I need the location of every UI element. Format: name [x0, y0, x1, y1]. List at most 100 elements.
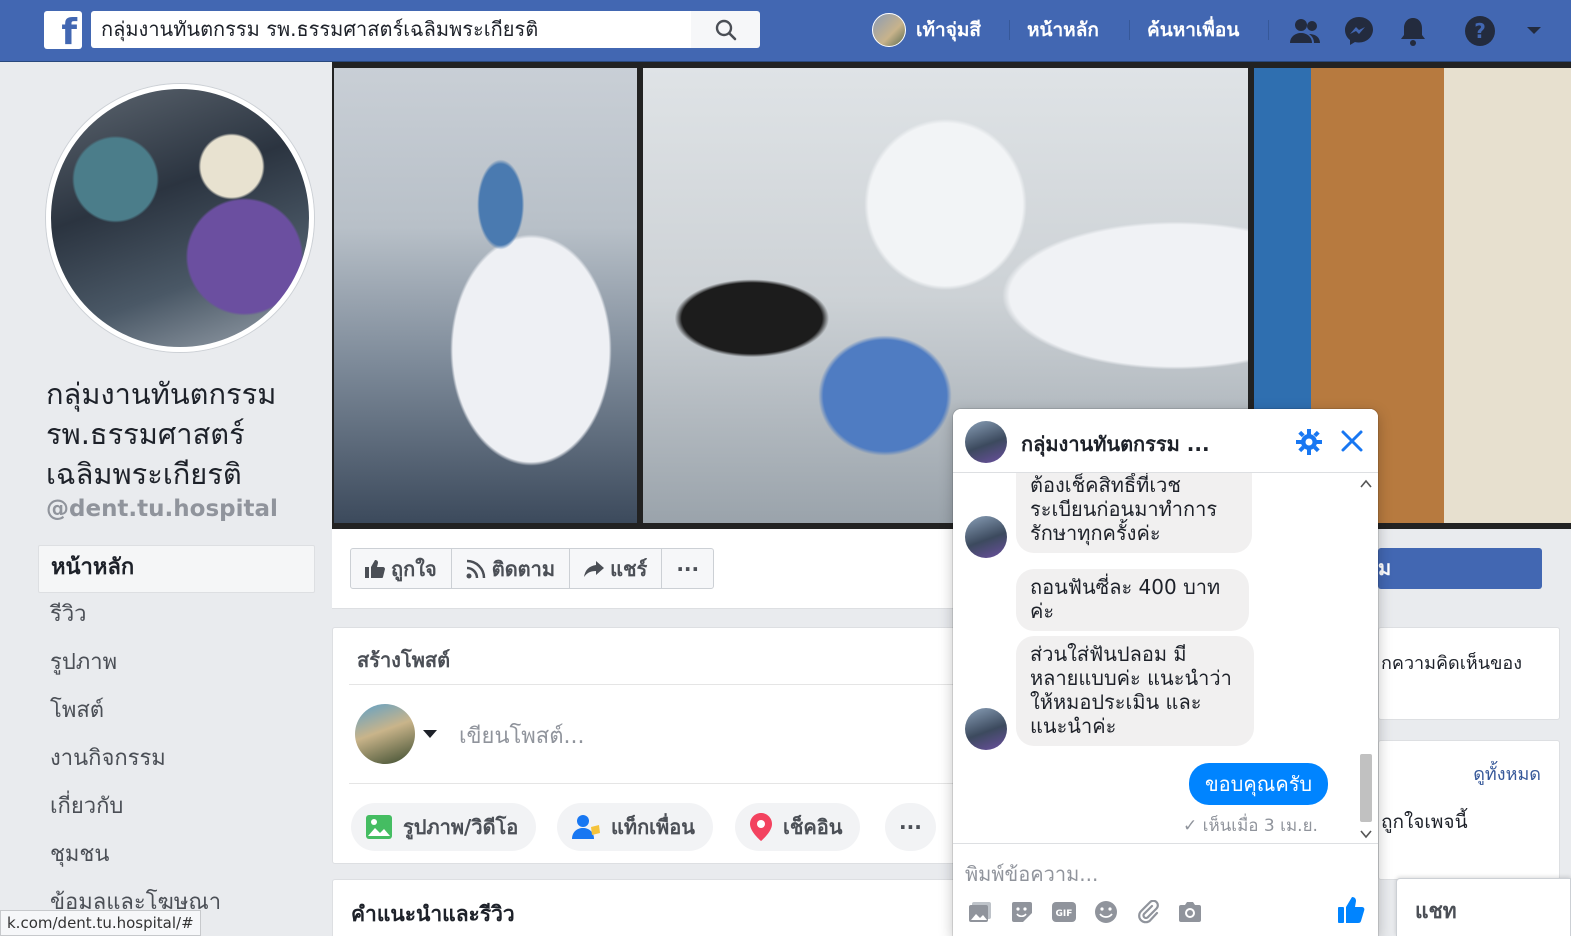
- messenger-chat-window: กลุ่มงานทันตกรรม ... ต้องเช็คสิทธิ์ที่เว…: [953, 409, 1378, 936]
- page-title-line: เฉลิมพระเกียรติ: [46, 457, 242, 491]
- message-line: ระเบียนก่อนมาทำการ: [1030, 497, 1218, 521]
- divider: [349, 684, 956, 685]
- more-options-button[interactable]: ···: [662, 549, 713, 588]
- more-label: ···: [899, 815, 922, 839]
- check-in-button[interactable]: เช็คอิน: [735, 803, 861, 851]
- page-title[interactable]: กลุ่มงานทันตกรรม รพ.ธรรมศาสตร์ เฉลิมพระเ…: [46, 374, 326, 494]
- message-input[interactable]: พิมพ์ข้อความ...: [965, 858, 1098, 890]
- sidebar-item-home[interactable]: หน้าหลัก: [38, 545, 315, 593]
- outgoing-message: ขอบคุณครับ: [1189, 763, 1329, 805]
- friends-icon[interactable]: [1287, 13, 1323, 49]
- incoming-message: ส่วนใส่ฟันปลอม มี หลายแบบค่ะ แนะนำว่า ให…: [1016, 636, 1254, 746]
- cover-photo[interactable]: [332, 62, 1571, 529]
- chat-message-list[interactable]: ต้องเช็คสิทธิ์ที่เวช ระเบียนก่อนมาทำการ …: [953, 473, 1378, 843]
- camera-icon[interactable]: [1177, 899, 1203, 925]
- share-arrow-icon: [584, 560, 605, 577]
- message-line: ต้องเช็คสิทธิ์ที่เวช: [1030, 473, 1181, 497]
- chat-label: แชท: [1415, 899, 1457, 923]
- page-likes-text: ถูกใจเพจนี้: [1381, 811, 1468, 833]
- recommendations-reviews-card: คำแนะนำและรีวิว: [332, 879, 957, 936]
- right-column-card: ดูทั้งหมด ถูกใจเพจนี้: [1378, 740, 1560, 880]
- chat-title[interactable]: กลุ่มงานทันตกรรม ...: [1021, 428, 1210, 460]
- follow-page-button[interactable]: ติดตาม: [452, 549, 571, 588]
- chat-tools: GIF: [967, 899, 1203, 925]
- nav-profile-link[interactable]: เท้าจุ่มสี: [872, 12, 981, 48]
- messenger-icon[interactable]: [1341, 13, 1377, 49]
- nav-home-link[interactable]: หน้าหลัก: [1027, 14, 1099, 46]
- search-button[interactable]: [691, 11, 760, 48]
- more-post-options-button[interactable]: ···: [885, 803, 936, 851]
- primary-page-button[interactable]: ม: [1378, 548, 1542, 589]
- page-action-buttons: ถูกใจ ติดตาม แชร์ ···: [350, 548, 715, 589]
- incoming-message: ถอนฟันซี่ละ 400 บาท ค่ะ: [1016, 569, 1249, 631]
- left-column: กลุ่มงานทันตกรรม รพ.ธรรมศาสตร์ เฉลิมพระเ…: [0, 62, 332, 936]
- dropdown-arrow-icon[interactable]: [1516, 13, 1552, 49]
- recommendations-title: คำแนะนำและรีวิว: [351, 902, 515, 926]
- like-thumb-icon[interactable]: [1337, 896, 1365, 928]
- gear-icon[interactable]: [1296, 429, 1322, 459]
- share-page-button[interactable]: แชร์: [570, 549, 663, 588]
- close-icon[interactable]: [1340, 429, 1364, 457]
- photo-icon: [366, 815, 392, 839]
- avatar: [965, 708, 1007, 750]
- sidebar-item-reviews[interactable]: รีวิว: [38, 593, 315, 641]
- incoming-message: ต้องเช็คสิทธิ์ที่เวช ระเบียนก่อนมาทำการ …: [1016, 473, 1252, 553]
- svg-text:GIF: GIF: [1056, 909, 1073, 919]
- right-column-card: กความคิดเห็นของ: [1378, 627, 1560, 720]
- message-line: ถอนฟันซี่ละ 400 บาท: [1030, 575, 1221, 599]
- page-side-nav: หน้าหลัก รีวิว รูปภาพ โพสต์ งานกิจกรรม เ…: [38, 545, 315, 929]
- share-label: แชร์: [610, 556, 648, 581]
- avatar: [965, 421, 1007, 463]
- seen-status: ✓ เห็นเมื่อ 3 เม.ย.: [1183, 812, 1318, 839]
- status-bar-url: k.com/dent.tu.hospital/#: [0, 910, 201, 936]
- page-handle[interactable]: @dent.tu.hospital: [46, 496, 278, 522]
- post-composer-input[interactable]: เขียนโพสต์...: [459, 718, 585, 753]
- create-post-card: สร้างโพสต์ เขียนโพสต์... รูปภาพ/วิดีโอ แ…: [332, 627, 957, 864]
- post-as-dropdown-icon[interactable]: [423, 730, 437, 738]
- cover-photo-panel: [334, 68, 637, 523]
- photo-video-button[interactable]: รูปภาพ/วิดีโอ: [351, 803, 537, 851]
- message-line: หลายแบบค่ะ แนะนำว่า: [1030, 666, 1232, 690]
- see-all-link[interactable]: ดูทั้งหมด: [1473, 759, 1541, 788]
- nav-find-friends-link[interactable]: ค้นหาเพื่อน: [1147, 14, 1239, 46]
- facebook-logo-icon[interactable]: f: [44, 11, 82, 53]
- sidebar-item-photos[interactable]: รูปภาพ: [38, 641, 315, 689]
- help-icon[interactable]: ?: [1462, 13, 1498, 49]
- sticker-icon[interactable]: [1009, 899, 1035, 925]
- page-profile-picture[interactable]: [46, 84, 314, 352]
- chat-header[interactable]: กลุ่มงานทันตกรรม ...: [953, 409, 1378, 473]
- rss-follow-icon: [466, 559, 485, 578]
- primary-button-label: ม: [1378, 556, 1392, 580]
- sidebar-item-community[interactable]: ชุมชน: [38, 833, 315, 881]
- search-icon: [715, 19, 736, 40]
- sidebar-item-about[interactable]: เกี่ยวกับ: [38, 785, 315, 833]
- chat-sidebar-tab[interactable]: แชท: [1396, 878, 1571, 936]
- tag-friends-icon: [572, 815, 600, 839]
- top-navigation-bar: f กลุ่มงานทันตกรรม รพ.ธรรมศาสตร์เฉลิมพระ…: [0, 0, 1571, 62]
- tag-friends-button[interactable]: แท็กเพื่อน: [557, 803, 713, 851]
- photo-video-label: รูปภาพ/วิดีโอ: [403, 815, 519, 839]
- sidebar-item-posts[interactable]: โพสต์: [38, 689, 315, 737]
- emoji-icon[interactable]: [1093, 899, 1119, 925]
- search-input[interactable]: กลุ่มงานทันตกรรม รพ.ธรรมศาสตร์เฉลิมพระเก…: [91, 11, 691, 48]
- create-post-title: สร้างโพสต์: [357, 648, 451, 672]
- photo-icon[interactable]: [967, 899, 993, 925]
- notifications-icon[interactable]: [1395, 13, 1431, 49]
- nav-divider: [1268, 20, 1269, 40]
- message-line: ส่วนใส่ฟันปลอม มี: [1030, 642, 1187, 666]
- gif-icon[interactable]: GIF: [1051, 899, 1077, 925]
- tag-friends-label: แท็กเพื่อน: [611, 815, 695, 839]
- message-line: ค่ะ: [1030, 599, 1055, 623]
- nav-divider: [1009, 20, 1010, 40]
- message-line: แนะนำค่ะ: [1030, 714, 1117, 738]
- page-title-line: กลุ่มงานทันตกรรม: [46, 377, 277, 411]
- chat-scrollbar-thumb[interactable]: [1360, 754, 1372, 822]
- attachment-icon[interactable]: [1135, 899, 1161, 925]
- like-page-button[interactable]: ถูกใจ: [351, 549, 452, 588]
- sidebar-item-events[interactable]: งานกิจกรรม: [38, 737, 315, 785]
- location-pin-icon: [750, 813, 772, 841]
- avatar: [872, 13, 906, 47]
- follow-label: ติดตาม: [491, 556, 556, 581]
- profile-name: เท้าจุ่มสี: [916, 19, 981, 41]
- more-label: ···: [676, 556, 700, 581]
